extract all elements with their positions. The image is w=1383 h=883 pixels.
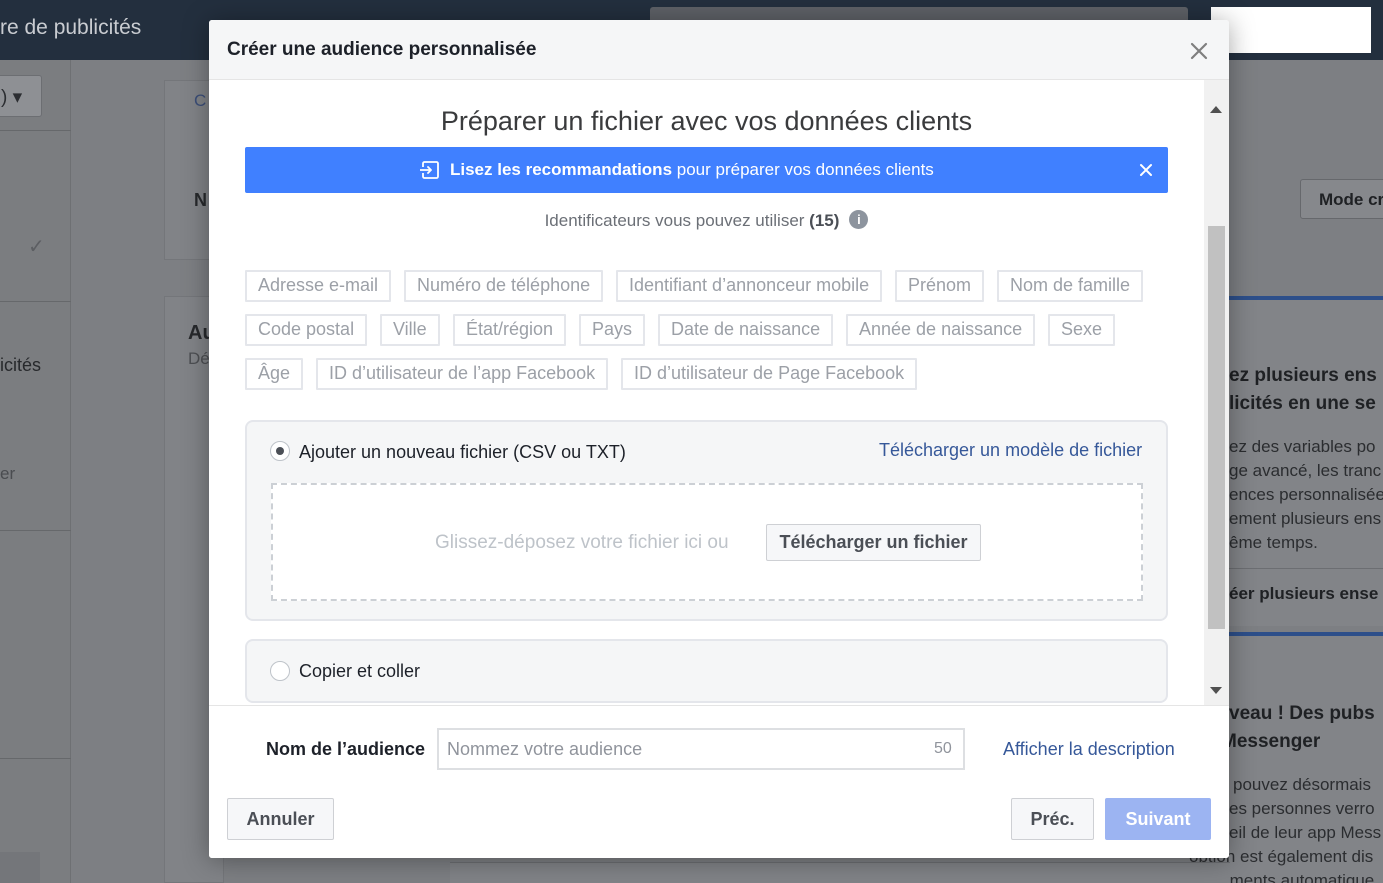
background-promo-accent	[1229, 296, 1383, 300]
background-divider	[0, 530, 71, 531]
background-table-row	[450, 862, 1230, 883]
identifier-tag: Code postal	[245, 314, 368, 346]
close-icon[interactable]	[1187, 39, 1211, 63]
banner-close-icon[interactable]	[1138, 162, 1154, 178]
background-promo-text: eil de leur app Mess	[1229, 823, 1382, 842]
identifier-tag: Nom de famille	[997, 270, 1144, 302]
background-promo-heading: ez plusieurs ens	[1229, 365, 1377, 386]
upload-file-option[interactable]: Ajouter un nouveau fichier (CSV ou TXT) …	[245, 420, 1168, 621]
info-icon[interactable]: i	[849, 210, 869, 229]
background-promo-text: ences personnalisée	[1229, 485, 1383, 504]
background-select: ) ▾	[0, 75, 42, 117]
dialog-title: Créer une audience personnalisée	[227, 39, 537, 60]
background-sidebar-text: er	[0, 464, 16, 483]
scrollbar-thumb[interactable]	[1208, 226, 1225, 629]
identifiers-heading: Identificateurs vous pouvez utiliser (15…	[209, 210, 1204, 231]
copy-paste-option[interactable]: Copier et coller	[245, 639, 1168, 703]
background-white-block	[1211, 7, 1371, 53]
file-dropzone[interactable]: Glissez-déposez votre fichier ici ou Tél…	[271, 483, 1143, 601]
background-promo-accent	[1229, 632, 1383, 636]
custom-audience-dialog: Créer une audience personnalisée Prépare…	[209, 20, 1229, 858]
show-description-link[interactable]: Afficher la description	[1003, 739, 1175, 760]
background-promo-link: éer plusieurs ense	[1229, 584, 1379, 603]
dialog-body: Préparer un fichier avec vos données cli…	[209, 80, 1229, 705]
background-card-link: C	[194, 91, 207, 110]
check-icon: ✓	[28, 236, 45, 258]
audience-name-input[interactable]	[447, 730, 917, 768]
upload-file-label[interactable]: Ajouter un nouveau fichier (CSV ou TXT)	[299, 442, 626, 463]
background-mode-button: Mode cr	[1300, 179, 1383, 219]
identifier-tag: Ville	[380, 314, 440, 346]
background-divider	[0, 301, 71, 302]
dialog-footer: Nom de l’audience 50 Afficher la descrip…	[209, 705, 1229, 858]
identifiers-count: (15)	[809, 211, 840, 230]
background-card-label: N	[194, 190, 207, 210]
background-promo-heading: veau ! Des pubs	[1229, 703, 1375, 724]
dialog-header: Créer une audience personnalisée	[209, 20, 1229, 80]
background-promo-heading: Messenger	[1221, 731, 1321, 752]
identifier-tag: Numéro de téléphone	[404, 270, 604, 302]
download-template-link[interactable]: Télécharger un modèle de fichier	[879, 440, 1142, 461]
identifier-tag: ID d’utilisateur de l’app Facebook	[316, 358, 609, 390]
copy-paste-radio[interactable]	[270, 661, 290, 681]
identifier-tag: Sexe	[1048, 314, 1116, 346]
previous-button[interactable]: Préc.	[1011, 798, 1094, 840]
scroll-down-arrow-icon[interactable]	[1210, 687, 1222, 694]
cancel-button[interactable]: Annuler	[227, 798, 334, 840]
identifier-tag: Adresse e-mail	[245, 270, 392, 302]
background-promo-text: ez des variables po	[1229, 437, 1376, 456]
identifier-tag: Date de naissance	[658, 314, 834, 346]
upload-file-radio[interactable]	[270, 441, 290, 461]
background-card-subtitle: Dé	[188, 349, 210, 368]
identifier-tag: Pays	[579, 314, 646, 346]
identifier-tag: Année de naissance	[846, 314, 1036, 346]
identifier-tag: Prénom	[895, 270, 985, 302]
dropzone-hint: Glissez-déposez votre fichier ici ou	[435, 532, 729, 553]
banner-text[interactable]: Lisez les recommandations pour préparer …	[450, 160, 934, 180]
identifier-tag: Âge	[245, 358, 304, 390]
background-app-title: re de publicités	[0, 16, 142, 39]
identifiers-label: Identificateurs vous pouvez utiliser	[544, 211, 805, 230]
background-promo-text: ême temps.	[1229, 533, 1318, 552]
background-sidebar-footer	[0, 852, 40, 883]
copy-paste-label[interactable]: Copier et coller	[299, 661, 420, 682]
next-button[interactable]: Suivant	[1105, 798, 1211, 840]
banner-link[interactable]: Lisez les recommandations	[450, 160, 672, 179]
banner-rest: pour préparer vos données clients	[672, 160, 934, 179]
identifier-tag: Identifiant d’annonceur mobile	[616, 270, 883, 302]
background-promo-heading: licités en une se	[1229, 393, 1376, 414]
identifier-tag: État/région	[453, 314, 567, 346]
section-title: Préparer un fichier avec vos données cli…	[440, 106, 973, 136]
background-divider	[0, 130, 71, 131]
audience-name-field[interactable]: 50	[437, 728, 965, 770]
background-promo-text: es personnes verro	[1229, 799, 1375, 818]
background-promo-text: pouvez désormais	[1233, 775, 1371, 794]
background-sidebar-text: icités	[0, 355, 42, 375]
radio-dot	[276, 447, 284, 455]
upload-file-button[interactable]: Télécharger un fichier	[766, 524, 981, 561]
background-promo-text: ement plusieurs ens	[1229, 509, 1382, 528]
identifier-tag: ID d’utilisateur de Page Facebook	[621, 358, 918, 390]
audience-name-label: Nom de l’audience	[266, 739, 426, 759]
recommendations-banner: Lisez les recommandations pour préparer …	[245, 147, 1168, 193]
background-divider	[0, 758, 71, 759]
background-promo-text: ge avancé, les tranc	[1229, 461, 1382, 480]
dialog-scrollbar[interactable]	[1204, 80, 1229, 705]
scroll-up-arrow-icon[interactable]	[1210, 106, 1222, 113]
character-counter: 50	[934, 740, 952, 757]
background-divider	[1229, 568, 1383, 569]
enter-icon	[420, 161, 439, 179]
